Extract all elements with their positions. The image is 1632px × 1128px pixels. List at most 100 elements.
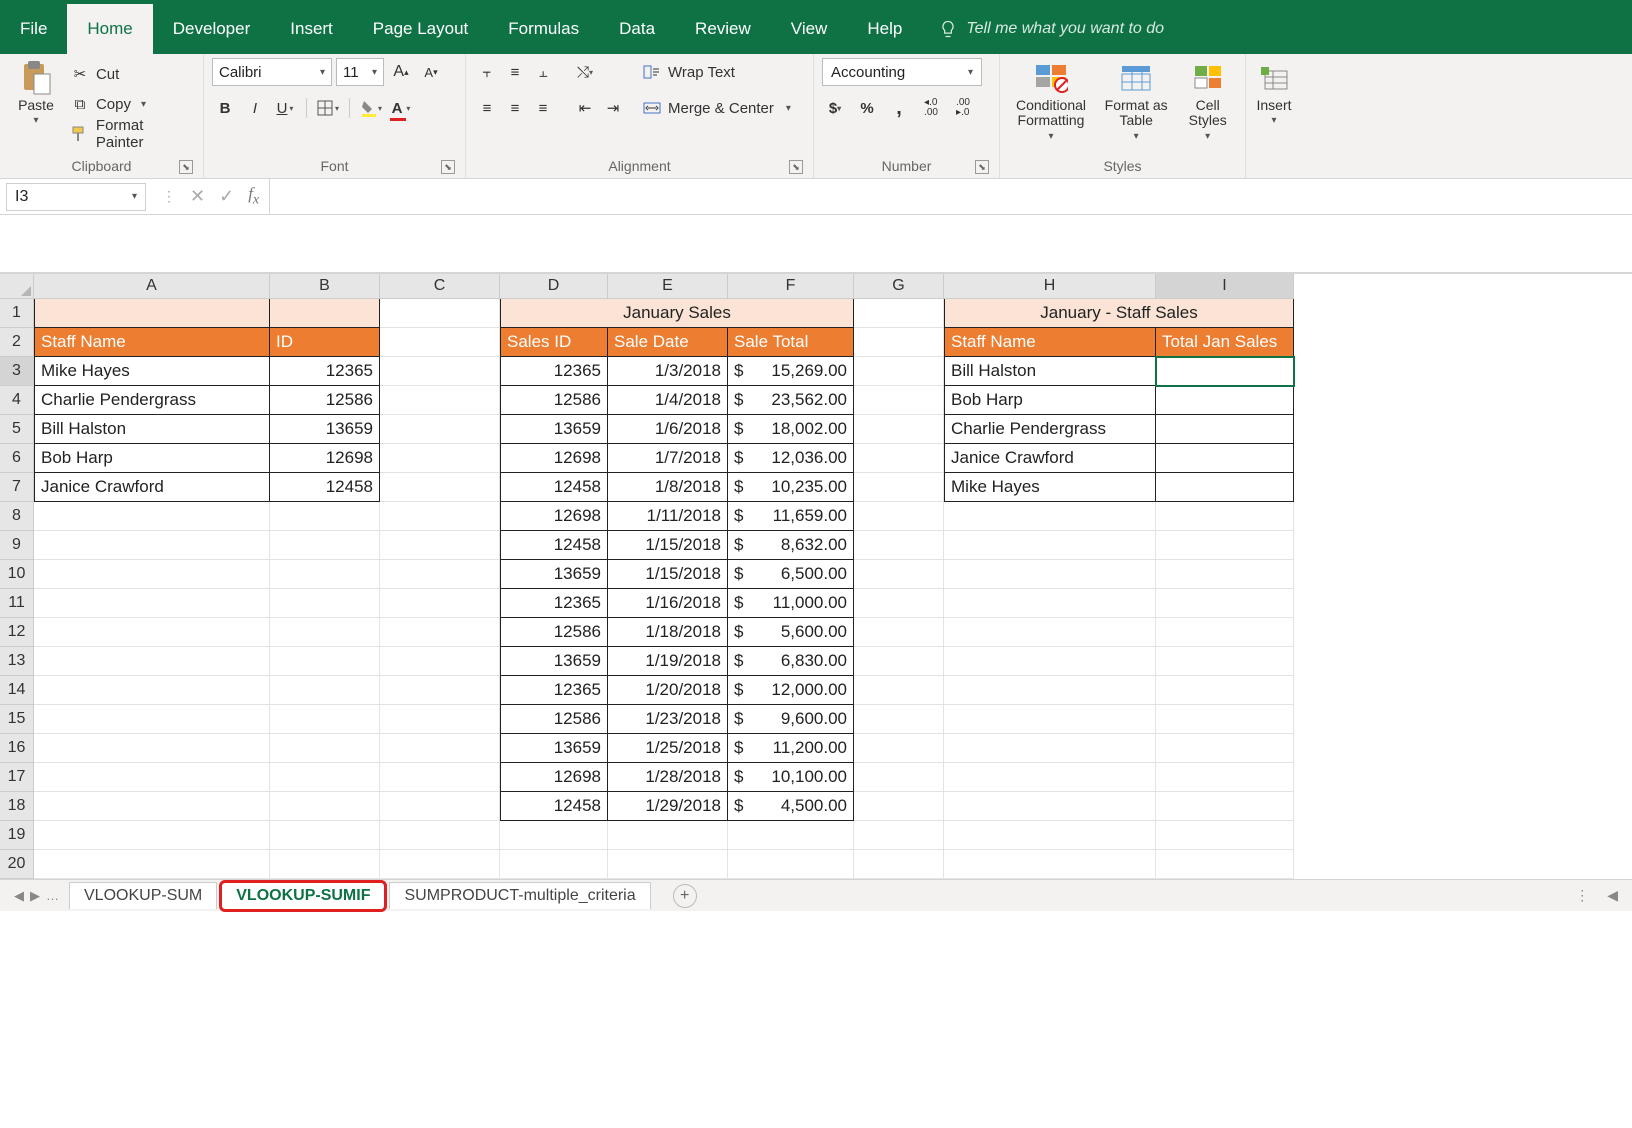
cell[interactable]: 12365	[500, 676, 608, 705]
cell[interactable]	[944, 676, 1156, 705]
cell[interactable]	[380, 763, 500, 792]
cell[interactable]	[944, 647, 1156, 676]
cell[interactable]	[854, 618, 944, 647]
cell[interactable]	[1156, 415, 1294, 444]
font-launcher[interactable]: ⬊	[441, 160, 455, 174]
sheet-tab-2[interactable]: SUMPRODUCT-multiple_criteria	[389, 882, 650, 909]
cell[interactable]	[608, 850, 728, 879]
comma-format-icon[interactable]: ,	[886, 95, 912, 121]
cell[interactable]: $9,600.00	[728, 705, 854, 734]
increase-indent-icon[interactable]: ⇥	[600, 95, 626, 121]
cell[interactable]	[380, 647, 500, 676]
cell[interactable]: Mike Hayes	[944, 473, 1156, 502]
col-header-F[interactable]: F	[728, 274, 854, 299]
cell[interactable]: 12365	[500, 589, 608, 618]
cell[interactable]	[270, 299, 380, 328]
borders-button[interactable]: ▾	[315, 95, 341, 121]
cell[interactable]	[854, 676, 944, 705]
cell[interactable]	[270, 502, 380, 531]
cell[interactable]: January Sales	[500, 299, 854, 328]
cell[interactable]	[34, 850, 270, 879]
cell[interactable]	[34, 821, 270, 850]
copy-button[interactable]: ⧉Copy▾	[70, 90, 195, 118]
row-header[interactable]: 6	[0, 444, 34, 473]
sheet-nav-prev-icon[interactable]: ◀	[14, 888, 24, 904]
sheet-nav-next-icon[interactable]: ▶	[30, 888, 40, 904]
formula-input[interactable]	[270, 179, 1632, 214]
col-header-A[interactable]: A	[34, 274, 270, 299]
cell[interactable]: 1/25/2018	[608, 734, 728, 763]
cell[interactable]: ID	[270, 328, 380, 357]
cell[interactable]: 12458	[270, 473, 380, 502]
bold-button[interactable]: B	[212, 95, 238, 121]
row-header[interactable]: 3	[0, 357, 34, 386]
underline-button[interactable]: U▾	[272, 95, 298, 121]
row-header[interactable]: 1	[0, 299, 34, 328]
decrease-decimal-icon[interactable]: .00▸.0	[950, 95, 976, 121]
cell[interactable]	[34, 647, 270, 676]
cut-button[interactable]: ✂Cut	[70, 60, 195, 88]
cell[interactable]: Staff Name	[34, 328, 270, 357]
cell[interactable]	[1156, 560, 1294, 589]
row-header[interactable]: 11	[0, 589, 34, 618]
cell[interactable]: 13659	[500, 647, 608, 676]
cell-styles-button[interactable]: Cell Styles▾	[1178, 58, 1237, 152]
align-top-icon[interactable]: ⫟	[474, 59, 500, 85]
wrap-text-button[interactable]: Wrap Text	[642, 58, 791, 86]
cell[interactable]: 12365	[270, 357, 380, 386]
tab-scroll-options-icon[interactable]: ⋮	[1567, 887, 1597, 904]
cell[interactable]	[854, 357, 944, 386]
format-as-table-button[interactable]: Format as Table▾	[1100, 58, 1172, 152]
tab-formulas[interactable]: Formulas	[488, 4, 599, 54]
cell[interactable]: 1/29/2018	[608, 792, 728, 821]
cell[interactable]	[380, 589, 500, 618]
cell[interactable]	[380, 444, 500, 473]
number-launcher[interactable]: ⬊	[975, 160, 989, 174]
align-center-icon[interactable]: ≡	[502, 95, 528, 121]
cell[interactable]: 12586	[270, 386, 380, 415]
cell[interactable]: 13659	[500, 560, 608, 589]
alignment-launcher[interactable]: ⬊	[789, 160, 803, 174]
row-header[interactable]: 2	[0, 328, 34, 357]
cell[interactable]: Mike Hayes	[34, 357, 270, 386]
cell[interactable]	[854, 560, 944, 589]
cell[interactable]	[854, 502, 944, 531]
cell[interactable]	[854, 647, 944, 676]
cell[interactable]	[380, 328, 500, 357]
cell[interactable]	[380, 473, 500, 502]
cell[interactable]: Sale Total	[728, 328, 854, 357]
cell[interactable]: 12586	[500, 705, 608, 734]
row-header[interactable]: 16	[0, 734, 34, 763]
cell[interactable]: 1/15/2018	[608, 560, 728, 589]
align-right-icon[interactable]: ≡	[530, 95, 556, 121]
cell[interactable]	[854, 821, 944, 850]
row-header[interactable]: 19	[0, 821, 34, 850]
enter-formula-icon[interactable]: ✓	[219, 186, 234, 207]
cell[interactable]: $12,036.00	[728, 444, 854, 473]
cell[interactable]: 13659	[500, 734, 608, 763]
sheet-nav-more-icon[interactable]: …	[46, 888, 59, 904]
cell[interactable]	[854, 299, 944, 328]
cell[interactable]: 12698	[500, 763, 608, 792]
cell[interactable]	[380, 821, 500, 850]
sheet-tab-0[interactable]: VLOOKUP-SUM	[69, 882, 217, 909]
merge-center-button[interactable]: Merge & Center▾	[642, 94, 791, 122]
spreadsheet-grid[interactable]: A B C D E F G H I 1January SalesJanuary …	[0, 273, 1632, 879]
cell[interactable]	[380, 502, 500, 531]
cell[interactable]: 1/11/2018	[608, 502, 728, 531]
row-header[interactable]: 10	[0, 560, 34, 589]
cell[interactable]	[944, 763, 1156, 792]
cell[interactable]: 1/8/2018	[608, 473, 728, 502]
tab-review[interactable]: Review	[675, 4, 771, 54]
col-header-B[interactable]: B	[270, 274, 380, 299]
cell[interactable]	[944, 502, 1156, 531]
percent-format-icon[interactable]: %	[854, 95, 880, 121]
cell[interactable]	[854, 386, 944, 415]
cell[interactable]	[500, 850, 608, 879]
cell[interactable]	[944, 589, 1156, 618]
increase-decimal-icon[interactable]: ◂.0.00	[918, 95, 944, 121]
cell[interactable]	[380, 386, 500, 415]
cell[interactable]: Bob Harp	[34, 444, 270, 473]
cell[interactable]	[1156, 676, 1294, 705]
cell[interactable]: $18,002.00	[728, 415, 854, 444]
